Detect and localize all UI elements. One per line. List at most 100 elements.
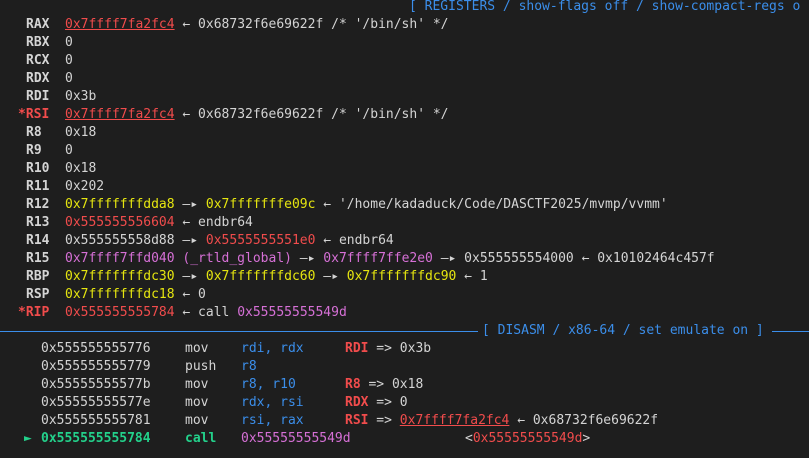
register-name: R13	[26, 215, 50, 230]
register-row: RDX 0	[0, 70, 809, 88]
register-value-part: 0x7fffffffe09c	[205, 197, 316, 212]
header-rule-right	[772, 331, 809, 332]
register-value-part: 0x55555555549d	[237, 305, 347, 320]
annotation-part: <	[465, 431, 473, 446]
annotation-part: RDX	[345, 395, 369, 410]
register-value-part: ← 1	[456, 269, 488, 284]
register-value: 0x555555555784 ← call 0x55555555549d	[65, 304, 347, 322]
annotation-part: ← 0x68732f6e69622f	[509, 413, 659, 428]
register-value-part: 0x555555558d88	[65, 233, 175, 248]
register-row: RCX 0	[0, 52, 809, 70]
register-value-part: —▸	[174, 269, 206, 284]
disasm-row: 0x555555555776 mov rdi, rdx RDI => 0x3b	[0, 340, 809, 358]
register-row: *RIP 0x555555555784 ← call 0x55555555549d	[0, 304, 809, 322]
register-name: RCX	[26, 53, 50, 68]
disasm-header-title: [ DISASM / x86-64 / set emulate on ]	[482, 323, 764, 338]
register-value: 0x7ffff7ffd040 (_rtld_global) —▸ 0x7ffff…	[65, 250, 715, 268]
register-value-part: —▸	[291, 251, 324, 266]
register-value-part: 0	[65, 53, 73, 68]
annotation-part: >	[582, 431, 591, 446]
register-name: *RSI	[18, 107, 50, 122]
disasm-row: 0x55555555577b mov r8, r10 R8 => 0x18	[0, 376, 809, 394]
register-value-part: 0x7fffffffdc30	[65, 269, 175, 284]
register-value: 0	[65, 142, 73, 160]
register-value: 0	[65, 34, 73, 52]
register-row: R13 0x555555556604 ← endbr64	[0, 214, 809, 232]
register-value-part: 0x7ffff7fa2fc4	[65, 107, 175, 122]
register-value: 0	[65, 52, 73, 70]
register-value-part: 0x18	[65, 125, 97, 140]
annotation-part: => 0	[368, 395, 408, 410]
register-row: R12 0x7fffffffdda8 —▸ 0x7fffffffe09c ← '/…	[0, 196, 809, 214]
register-row: RAX 0x7ffff7fa2fc4 ← 0x68732f6e69622f /* …	[0, 16, 809, 34]
disasm-header: [ DISASM / x86-64 / set emulate on ]	[0, 322, 809, 340]
register-value: 0x18	[65, 160, 96, 178]
instruction-address: 0x555555555776	[41, 341, 151, 356]
register-name: RAX	[26, 17, 50, 32]
register-value: 0x202	[65, 178, 104, 196]
register-value-part: 0x555555555784	[65, 305, 175, 320]
instruction-mnemonic: mov	[185, 413, 209, 428]
instruction-address: 0x55555555577b	[41, 377, 151, 392]
register-name: RBP	[26, 269, 50, 284]
disasm-row: 0x555555555779 push r8	[0, 358, 809, 376]
instruction-annotation: RDI => 0x3b	[345, 340, 431, 358]
register-value-part: 0x18	[65, 161, 97, 176]
register-value-part: 0x3b	[65, 89, 97, 104]
register-row: R14 0x555555558d88 —▸ 0x5555555551e0 ← en…	[0, 232, 809, 250]
annotation-part: =>	[368, 413, 400, 428]
instruction-address: 0x555555555781	[41, 413, 151, 428]
register-row: RDI 0x3b	[0, 88, 809, 106]
annotation-part: 0x7ffff7fa2fc4	[399, 413, 510, 428]
instruction-operands: rdx, rsi	[241, 395, 304, 410]
register-value-part: ← '/home/kadaduck/Code/DASCTF2025/mvmp/v…	[315, 197, 668, 212]
instruction-mnemonic: push	[185, 359, 217, 374]
instruction-operands: 0x55555555549d	[241, 431, 351, 446]
register-value: 0x7fffffffdda8 —▸ 0x7fffffffe09c ← '/hom…	[65, 196, 668, 214]
register-row: RSP 0x7fffffffdc18 ← 0	[0, 286, 809, 304]
register-value: 0	[65, 70, 73, 88]
instruction-annotation: RSI => 0x7ffff7fa2fc4 ← 0x68732f6e69622f	[345, 412, 658, 430]
register-value: 0x7ffff7fa2fc4 ← 0x68732f6e69622f /* '/b…	[65, 16, 449, 34]
register-value-part: 0x7ffff7fa2fc4	[65, 17, 175, 32]
annotation-part: RDI	[345, 341, 369, 356]
register-row: RBP 0x7fffffffdc30 —▸ 0x7fffffffdc60 —▸ 0…	[0, 268, 809, 286]
register-value-part: —▸	[174, 197, 206, 212]
current-instruction-pointer-icon: ►	[24, 431, 32, 446]
header-rule-left	[0, 331, 478, 332]
instruction-address: 0x555555555784	[41, 431, 151, 446]
instruction-annotation: RDX => 0	[345, 394, 408, 412]
register-value: 0x3b	[65, 88, 96, 106]
register-value: 0x555555556604 ← endbr64	[65, 214, 253, 232]
register-value-part: 0x5555555551e0	[205, 233, 316, 248]
register-value-part: 0x555555556604	[65, 215, 175, 230]
register-value-part: ← 0x68732f6e69622f /* '/bin/sh' */	[174, 17, 449, 32]
register-value-part: —▸ 0x555555554000 ← 0x10102464c457f	[432, 251, 715, 266]
annotation-part: 0x55555555549d	[472, 431, 583, 446]
instruction-operands: rsi, rax	[241, 413, 304, 428]
registers-header: [ REGISTERS / show-flags off / show-comp…	[0, 0, 809, 16]
instruction-address: 0x55555555577e	[41, 395, 151, 410]
register-name: *RIP	[18, 305, 50, 320]
instruction-mnemonic: mov	[185, 395, 209, 410]
annotation-part: => 0x3b	[368, 341, 432, 356]
annotation-part: => 0x18	[360, 377, 424, 392]
register-name: RDI	[26, 89, 50, 104]
instruction-mnemonic: mov	[185, 377, 209, 392]
register-row: R11 0x202	[0, 178, 809, 196]
register-name: R10	[26, 161, 50, 176]
register-value: 0x555555558d88 —▸ 0x5555555551e0 ← endbr…	[65, 232, 394, 250]
register-row: R9 0	[0, 142, 809, 160]
register-name: R15	[26, 251, 50, 266]
register-value-part: ← endbr64	[315, 233, 394, 248]
register-value-part: 0x202	[65, 179, 105, 194]
register-value-part: 0x7fffffffdc18	[65, 287, 175, 302]
register-value: 0x7fffffffdc30 —▸ 0x7fffffffdc60 —▸ 0x7f…	[65, 268, 488, 286]
register-name: RBX	[26, 35, 50, 50]
register-name: R9	[26, 143, 42, 158]
register-value: 0x7ffff7fa2fc4 ← 0x68732f6e69622f /* '/b…	[65, 106, 449, 124]
register-value-part: —▸	[174, 233, 206, 248]
register-name: R14	[26, 233, 50, 248]
register-value-part: 0	[65, 143, 73, 158]
annotation-part: RSI	[345, 413, 369, 428]
